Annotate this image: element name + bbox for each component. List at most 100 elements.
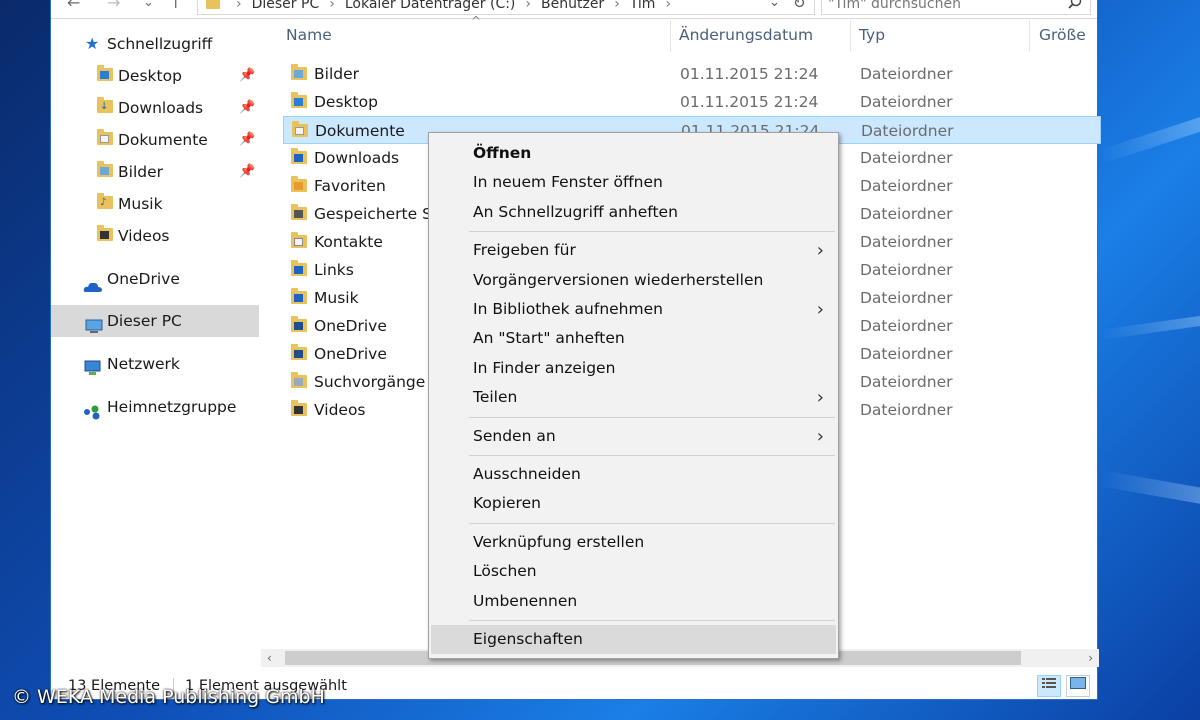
nav-item-label: Dokumente [118,131,208,149]
up-button[interactable]: ↑ [169,0,182,12]
nav-item-dokumente[interactable]: Dokumente 📌 [51,124,259,156]
file-type: Dateiordner [860,233,953,251]
folder-icon [291,64,307,80]
menu-item-label: Löschen [473,562,537,581]
folder-icon [291,260,307,276]
menu-item-in-neuem-fenster-öffnen[interactable]: In neuem Fenster öffnen [431,168,836,197]
menu-item-umbenennen[interactable]: Umbenennen [431,587,836,616]
search-placeholder: "Tim" durchsuchen [828,0,961,12]
breadcrumb-item[interactable]: Tim [630,0,656,12]
scroll-right-button[interactable]: › [1088,649,1093,667]
details-view-button[interactable] [1037,675,1061,697]
computer-icon [85,313,103,333]
nav-item-label: Musik [118,195,163,213]
menu-item-teilen[interactable]: Teilen › [431,383,836,412]
address-bar[interactable]: › Dieser PC › Lokaler Datenträger (C:) › Benu… [197,0,815,15]
nav-item-label: Heimnetzgruppe [107,398,237,416]
file-name: OneDrive [314,317,387,335]
file-date: 01.11.2015 21:24 [680,93,819,111]
nav-item-videos[interactable]: Videos [51,220,259,252]
menu-item-label: Eigenschaften [473,630,583,648]
menu-item-freigeben-für[interactable]: Freigeben für › [431,236,836,265]
large-icons-view-button[interactable] [1066,675,1090,697]
folder-icon [291,204,307,220]
chevron-right-icon: › [816,425,824,447]
menu-item-label: In Bibliothek aufnehmen [473,300,663,318]
scroll-left-button[interactable]: ‹ [267,649,272,667]
nav-item-downloads[interactable]: ↓ Downloads 📌 [51,92,259,124]
file-type: Dateiordner [860,401,953,419]
nav-item-schnellzugriff[interactable]: ★ Schnellzugriff [51,28,259,60]
path-separator: › [614,0,620,12]
menu-item-ausschneiden[interactable]: Ausschneiden [431,460,836,489]
forward-button[interactable]: → [107,0,120,12]
nav-item-dieser-pc[interactable]: Dieser PC [51,305,259,337]
nav-item-label: Netzwerk [107,355,180,373]
file-type: Dateiordner [860,289,953,307]
table-row[interactable]: Bilder 01.11.2015 21:24 Dateiordner [283,60,1101,88]
menu-item-label: Verknüpfung erstellen [473,532,645,551]
column-header-size[interactable]: Größe [1039,20,1086,52]
search-input[interactable]: "Tim" durchsuchen [821,0,1091,15]
menu-item-eigenschaften[interactable]: Eigenschaften [431,625,836,654]
recent-locations-button[interactable]: ⌄ [143,0,154,10]
folder-icon [291,232,307,248]
menu-item-verknüpfung-erstellen[interactable]: Verknüpfung erstellen [431,528,836,557]
file-type: Dateiordner [860,65,953,83]
file-type: Dateiordner [860,317,953,335]
back-button[interactable]: ← [67,0,80,12]
desktop-folder-icon [97,65,113,83]
chevron-right-icon: › [816,240,824,262]
nav-item-heimnetzgruppe[interactable]: Heimnetzgruppe [51,391,259,423]
menu-item-label: An Schnellzugriff anheften [473,202,678,221]
column-header-date[interactable]: Änderungsdatum [679,20,813,52]
breadcrumb-item[interactable]: Lokaler Datenträger (C:) [345,0,516,12]
downloads-folder-icon: ↓ [97,97,113,115]
sort-indicator: ^ [471,14,482,28]
menu-item-kopieren[interactable]: Kopieren [431,489,836,518]
menu-item-löschen[interactable]: Löschen [431,557,836,586]
column-header-name[interactable]: Name [286,20,332,52]
nav-item-bilder[interactable]: Bilder 📌 [51,156,259,188]
breadcrumb-item[interactable]: Dieser PC [252,0,320,12]
table-row[interactable]: Desktop 01.11.2015 21:24 Dateiordner [283,88,1101,116]
path-separator: › [665,0,672,12]
menu-item-vorgängerversionen-wiederherstellen[interactable]: Vorgängerversionen wiederherstellen [431,266,836,295]
menu-item-label: Umbenennen [473,591,578,610]
pin-icon: 📌 [239,132,256,147]
menu-separator [469,455,835,456]
refresh-button[interactable]: ↻ [793,0,806,12]
address-dropdown-button[interactable]: ⌄ [769,0,780,10]
nav-item-desktop[interactable]: Desktop 📌 [51,60,259,92]
nav-item-musik[interactable]: ♪ Musik [51,188,259,220]
menu-item-in-finder-anzeigen[interactable]: In Finder anzeigen [431,354,836,383]
menu-item-label: Freigeben für [473,241,576,260]
nav-item-onedrive[interactable]: OneDrive [51,263,259,295]
nav-item-label: Downloads [118,99,204,117]
file-name: Bilder [314,65,359,83]
menu-item-öffnen[interactable]: Öffnen [431,139,836,168]
folder-icon [291,316,307,332]
pin-icon: 📌 [239,164,256,179]
column-divider[interactable] [850,20,851,52]
music-folder-icon: ♪ [97,193,113,211]
folder-icon [292,121,308,137]
menu-item-label: Ausschneiden [473,465,581,483]
menu-item-senden-an[interactable]: Senden an › [431,422,836,451]
file-name: OneDrive [314,345,387,363]
nav-item-label: Dieser PC [107,312,182,330]
menu-separator [469,416,835,418]
column-divider[interactable] [670,20,671,52]
file-name: Favoriten [314,177,386,195]
menu-item-label: Teilen [473,388,518,407]
menu-item-an-start-anheften[interactable]: An "Start" anheften [431,324,836,353]
menu-item-in-bibliothek-aufnehmen[interactable]: In Bibliothek aufnehmen › [431,295,836,324]
file-name: Musik [314,289,359,307]
menu-item-an-schnellzugriff-anheften[interactable]: An Schnellzugriff anheften [431,198,836,227]
column-divider[interactable] [1029,20,1030,52]
file-type: Dateiordner [860,373,953,391]
path-separator: › [525,0,532,12]
nav-item-netzwerk[interactable]: Netzwerk [51,348,259,380]
breadcrumb-item[interactable]: Benutzer [541,0,604,12]
column-header-type[interactable]: Typ [859,20,885,52]
